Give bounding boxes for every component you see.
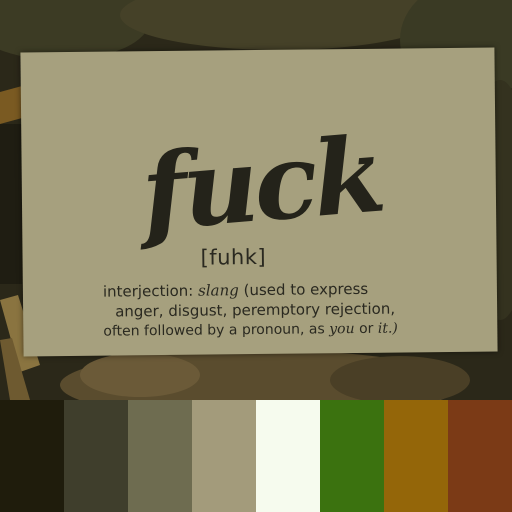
swatch-1 xyxy=(0,400,64,512)
photo: fuck [fuhk] interjection: slang (used to… xyxy=(0,0,512,400)
swatch-7 xyxy=(384,400,448,512)
swatch-5 xyxy=(256,400,320,512)
headword: fuck xyxy=(137,112,387,255)
definition-line-1-rest: (used to express xyxy=(243,279,369,300)
example-word-1: you xyxy=(329,321,355,338)
image-frame: fuck [fuhk] interjection: slang (used to… xyxy=(0,0,512,512)
swatch-8 xyxy=(448,400,512,512)
definition-card: fuck [fuhk] interjection: slang (used to… xyxy=(20,47,498,357)
part-of-speech: interjection: xyxy=(102,281,194,301)
definition-line-3-start: often followed by a pronoun, as xyxy=(103,321,325,340)
swatch-2 xyxy=(64,400,128,512)
usage-label: slang xyxy=(198,281,239,300)
example-word-2: it.) xyxy=(377,320,398,337)
color-palette xyxy=(0,400,512,512)
swatch-3 xyxy=(128,400,192,512)
connector-word: or xyxy=(358,320,374,337)
definition-line-3: often followed by a pronoun, as you or i… xyxy=(103,318,488,342)
swatch-6 xyxy=(320,400,384,512)
definition-text: interjection: slang (used to express ang… xyxy=(103,278,489,342)
swatch-4 xyxy=(192,400,256,512)
pronunciation: [fuhk] xyxy=(200,244,267,270)
